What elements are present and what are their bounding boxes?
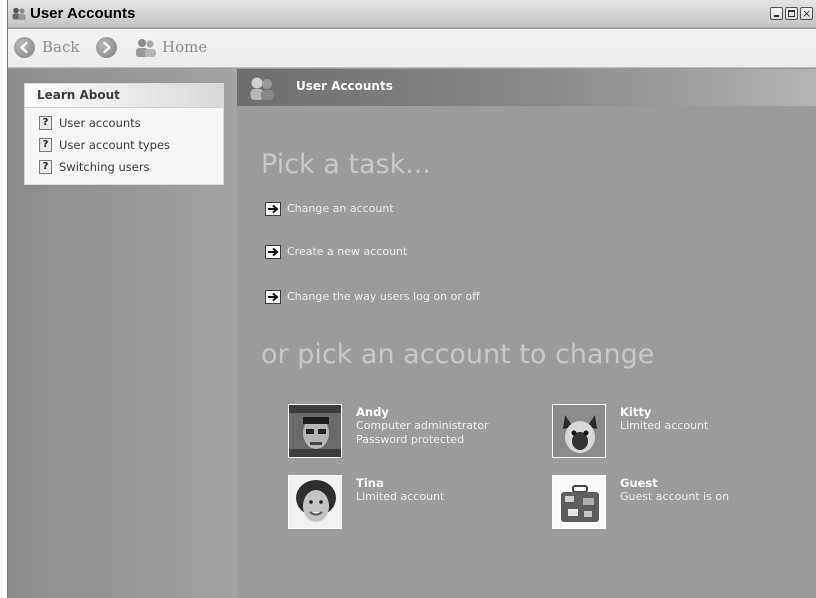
help-icon: ? [39, 116, 52, 130]
close-icon: × [802, 7, 812, 20]
account-name: Kitty [620, 405, 652, 419]
help-icon: ? [39, 160, 52, 174]
task-label: Change the way users log on or off [287, 290, 480, 303]
account-guest[interactable]: Guest Guest account is on [552, 475, 792, 533]
account-name: Guest [620, 476, 658, 490]
left-pane: Learn About ? User accounts ? User accou… [8, 69, 237, 598]
back-arrow-icon [14, 37, 35, 58]
task-label: Create a new account [287, 245, 408, 258]
home-users-icon [136, 39, 156, 57]
pick-task-heading: Pick a task... [261, 149, 431, 180]
account-password-status: Password protected [356, 433, 465, 446]
account-andy[interactable]: Andy Computer administrator Password pro… [288, 404, 528, 462]
learn-about-header[interactable]: Learn About [25, 84, 223, 108]
tina-avatar [288, 475, 342, 529]
title-bar[interactable]: User Accounts × [8, 0, 816, 28]
back-button[interactable]: Back [14, 36, 94, 60]
account-name: Andy [356, 405, 389, 419]
user-accounts-icon [250, 77, 274, 100]
create-account-link[interactable]: Create a new account [265, 245, 665, 263]
home-label: Home [162, 38, 208, 56]
account-kitty[interactable]: Kitty Limited account [552, 404, 792, 462]
account-type: Limited account [620, 419, 709, 432]
back-label: Back [42, 38, 80, 56]
navigation-toolbar: Back Home [8, 29, 816, 68]
arrow-icon [265, 245, 281, 259]
learn-about-title: Learn About [37, 88, 120, 102]
kitty-avatar [552, 404, 606, 458]
main-header: User Accounts [237, 69, 816, 106]
andy-avatar [288, 404, 342, 458]
learn-item-label: User accounts [59, 116, 141, 130]
user-accounts-window: User Accounts × Back Home Learn About ? … [7, 0, 816, 598]
minimize-icon [774, 15, 779, 17]
forward-arrow-icon [96, 37, 117, 58]
main-pane: User Accounts Pick a task... Change an a… [237, 69, 816, 598]
maximize-icon [788, 10, 795, 17]
account-type: Computer administrator [356, 419, 489, 432]
arrow-icon [265, 202, 281, 216]
forward-button[interactable] [96, 36, 120, 60]
task-label: Change an account [287, 202, 394, 215]
home-button[interactable]: Home [134, 36, 224, 60]
learn-item-user-accounts[interactable]: ? User accounts [39, 115, 219, 133]
close-button[interactable]: × [800, 7, 813, 20]
account-type: Limited account [356, 490, 445, 503]
arrow-icon [265, 290, 281, 304]
minimize-button[interactable] [770, 7, 783, 20]
change-logon-link[interactable]: Change the way users log on or off [265, 290, 665, 308]
main-header-title: User Accounts [296, 79, 393, 93]
account-type: Guest account is on [620, 490, 730, 503]
guest-avatar [552, 475, 606, 529]
pick-account-heading: or pick an account to change [261, 339, 655, 370]
learn-item-label: User account types [59, 138, 171, 152]
learn-about-panel: Learn About ? User accounts ? User accou… [24, 83, 224, 185]
account-name: Tina [356, 476, 384, 490]
learn-item-user-account-types[interactable]: ? User account types [39, 137, 219, 155]
help-icon: ? [39, 138, 52, 152]
change-account-link[interactable]: Change an account [265, 202, 665, 220]
user-accounts-icon [12, 7, 26, 20]
learn-item-switching-users[interactable]: ? Switching users [39, 159, 219, 177]
account-tina[interactable]: Tina Limited account [288, 475, 528, 533]
learn-item-label: Switching users [59, 160, 150, 174]
maximize-button[interactable] [785, 7, 798, 20]
window-title: User Accounts [30, 5, 136, 22]
